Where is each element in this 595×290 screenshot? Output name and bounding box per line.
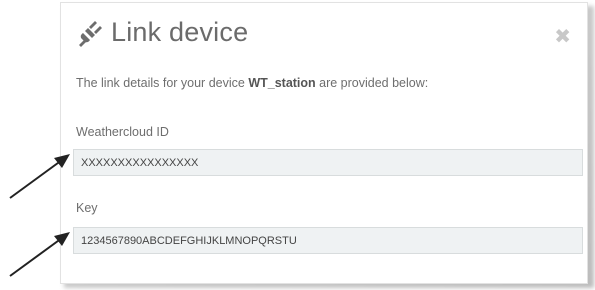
weathercloud-id-field[interactable] (73, 149, 583, 176)
dialog-title: Link device (111, 17, 249, 47)
close-icon[interactable]: ✖ (554, 27, 571, 47)
description-prefix: The link details for your device (76, 76, 249, 90)
link-device-dialog: Link device ✖ The link details for your … (60, 2, 588, 284)
dialog-header: Link device (75, 17, 248, 48)
description-suffix: are provided below: (315, 76, 429, 90)
arrow-key-icon (9, 232, 70, 277)
key-field[interactable] (73, 227, 583, 254)
plug-icon (75, 18, 105, 48)
arrow-weathercloud-id-icon (9, 154, 70, 199)
weathercloud-id-label: Weathercloud ID (76, 125, 169, 139)
key-label: Key (76, 201, 98, 215)
page: Link device ✖ The link details for your … (0, 0, 595, 290)
dialog-description: The link details for your device WT_stat… (76, 76, 428, 90)
device-name: WT_station (248, 76, 316, 90)
